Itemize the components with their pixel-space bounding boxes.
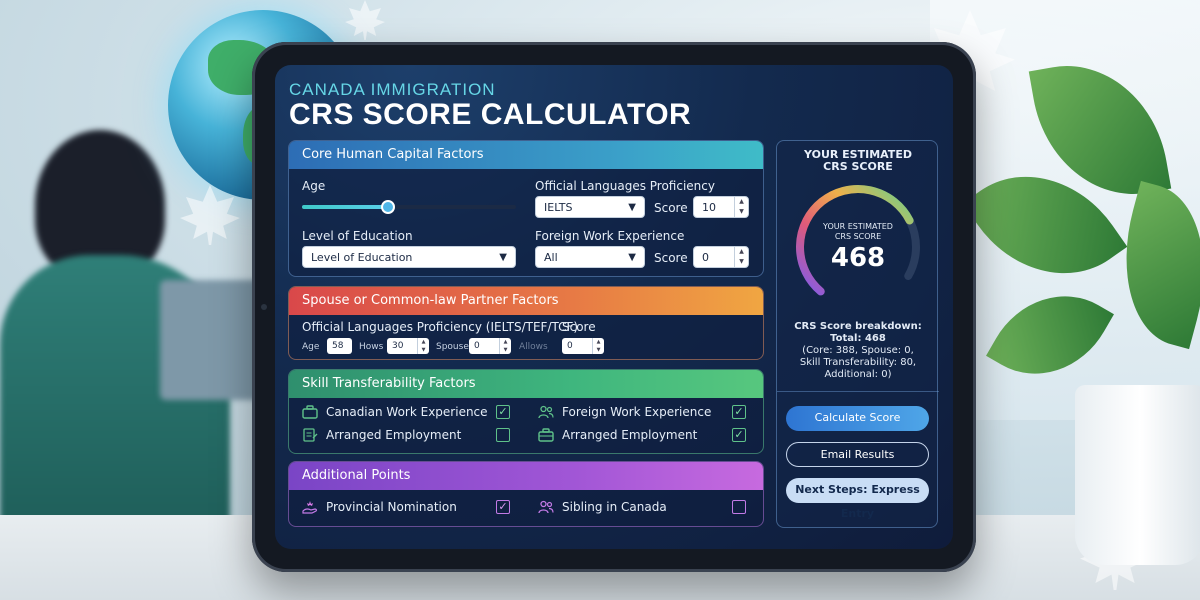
gauge-label: YOUR ESTIMATED CRS SCORE: [777, 222, 939, 242]
score-breakdown: CRS Score breakdown: Total: 468 (Core: 3…: [777, 321, 939, 381]
breakdown-line: Skill Transferability: 80,: [799, 357, 917, 368]
email-results-button[interactable]: Email Results: [786, 442, 929, 467]
spouse-section-title: Spouse or Common-law Partner Factors: [289, 287, 763, 315]
work-experience-label: Foreign Work Experience: [535, 229, 685, 243]
hand-maple-icon: [302, 501, 318, 514]
work-score-stepper[interactable]: 0 ▲ ▼: [693, 246, 749, 268]
skill-item-label: Arranged Employment: [562, 428, 698, 442]
work-score-value: 0: [702, 251, 709, 264]
people-icon: [538, 500, 554, 514]
gauge-label-line1: YOUR ESTIMATED: [823, 222, 893, 231]
spouse-age-value: 58: [332, 341, 344, 351]
people-icon: [538, 405, 554, 419]
spouse-age-field[interactable]: 58: [327, 338, 352, 354]
language-score-stepper[interactable]: 10 ▲ ▼: [693, 196, 749, 218]
stepper-arrows-icon[interactable]: ▲ ▼: [499, 338, 511, 354]
document-icon: [303, 428, 318, 442]
spouse-allows-value: 0: [567, 341, 573, 351]
language-score-label: Score: [654, 201, 688, 215]
age-label: Age: [302, 179, 326, 193]
spouse-allows-stepper[interactable]: 0 ▲ ▼: [562, 338, 604, 354]
chevron-down-icon: ▼: [628, 252, 636, 263]
breakdown-title: CRS Score breakdown:: [794, 321, 922, 332]
spouse-hows-label: Hows: [359, 342, 384, 352]
education-label: Level of Education: [302, 229, 413, 243]
stepper-arrows-icon[interactable]: ▲ ▼: [734, 247, 748, 267]
additional-section-title: Additional Points: [289, 462, 763, 490]
skill-section-title: Skill Transferability Factors: [289, 370, 763, 398]
score-panel-title: YOUR ESTIMATED CRS SCORE: [777, 149, 939, 173]
stepper-arrows-icon[interactable]: ▲ ▼: [592, 338, 604, 354]
age-slider-fill: [302, 205, 388, 209]
chevron-down-icon: ▼: [499, 252, 507, 263]
age-slider-handle[interactable]: [380, 200, 395, 214]
spouse-allows-label: Allows: [519, 342, 548, 352]
spouse-spouse-value: 0: [474, 341, 480, 351]
briefcase-icon: [302, 405, 318, 419]
spouse-factors-section: Spouse or Common-law Partner Factors Off…: [288, 286, 764, 360]
app-title: CRS SCORE CALCULATOR: [289, 98, 692, 131]
spouse-spouse-stepper[interactable]: 0 ▲ ▼: [469, 338, 511, 354]
skill-checkbox-arranged-employment[interactable]: [496, 428, 510, 442]
breakdown-total: Total: 468: [830, 333, 886, 344]
additional-checkbox-provincial-nomination[interactable]: ✓: [496, 500, 510, 514]
chevron-down-icon: ▼: [628, 202, 636, 213]
work-experience-select[interactable]: All ▼: [535, 246, 645, 268]
skill-checkbox-foreign-work[interactable]: ✓: [732, 405, 746, 419]
spouse-spouse-label: Spouse: [436, 342, 469, 352]
additional-item-label: Sibling in Canada: [562, 500, 667, 514]
education-select[interactable]: Level of Education ▼: [302, 246, 516, 268]
spouse-score-label: Score: [562, 320, 596, 334]
panel-divider: [777, 391, 939, 392]
stepper-arrows-icon[interactable]: ▲ ▼: [734, 197, 748, 217]
tablet-device: CANADA IMMIGRATION CRS SCORE CALCULATOR …: [252, 42, 976, 572]
skill-item-label: Canadian Work Experience: [326, 405, 488, 419]
skill-checkbox-arranged-employment-2[interactable]: ✓: [732, 428, 746, 442]
core-factors-section: Core Human Capital Factors Age Level of …: [288, 140, 764, 277]
tablet-camera: [261, 304, 267, 310]
gauge-label-line2: CRS SCORE: [834, 232, 882, 241]
work-experience-select-value: All: [544, 251, 558, 264]
stepper-arrows-icon[interactable]: ▲ ▼: [417, 338, 429, 354]
work-score-label: Score: [654, 251, 688, 265]
plant-pot: [1075, 385, 1200, 565]
language-label: Official Languages Proficiency: [535, 179, 715, 193]
next-steps-button[interactable]: Next Steps: Express Entry: [786, 478, 929, 520]
additional-checkbox-sibling[interactable]: [732, 500, 746, 514]
language-select[interactable]: IELTS ▼: [535, 196, 645, 218]
spouse-age-label: Age: [302, 342, 320, 352]
app-subtitle: CANADA IMMIGRATION: [289, 80, 496, 99]
spouse-hows-value: 30: [392, 341, 404, 351]
app-screen: CANADA IMMIGRATION CRS SCORE CALCULATOR …: [275, 65, 953, 549]
calculate-score-button[interactable]: Calculate Score: [786, 406, 929, 431]
breakdown-line: (Core: 388, Spouse: 0,: [802, 345, 914, 356]
crs-score-value: 468: [830, 243, 886, 273]
additional-points-section: Additional Points Provincial Nomination …: [288, 461, 764, 527]
language-select-value: IELTS: [544, 201, 573, 214]
additional-item-label: Provincial Nomination: [326, 500, 457, 514]
skill-item-label: Foreign Work Experience: [562, 405, 712, 419]
spouse-language-label: Official Languages Proficiency (IELTS/TE…: [302, 320, 579, 334]
spouse-hows-stepper[interactable]: 30 ▲ ▼: [387, 338, 429, 354]
skill-checkbox-canadian-work[interactable]: ✓: [496, 405, 510, 419]
language-score-value: 10: [702, 201, 716, 214]
score-panel: YOUR ESTIMATED CRS SCORE YOUR ESTIMATED: [776, 140, 939, 528]
briefcase-icon: [538, 428, 554, 442]
skill-item-label: Arranged Employment: [326, 428, 462, 442]
breakdown-line: Additional: 0): [824, 369, 892, 380]
education-select-value: Level of Education: [311, 251, 413, 264]
score-panel-title-line2: CRS SCORE: [823, 160, 893, 173]
skill-transferability-section: Skill Transferability Factors Canadian W…: [288, 369, 764, 454]
core-section-title: Core Human Capital Factors: [289, 141, 763, 169]
